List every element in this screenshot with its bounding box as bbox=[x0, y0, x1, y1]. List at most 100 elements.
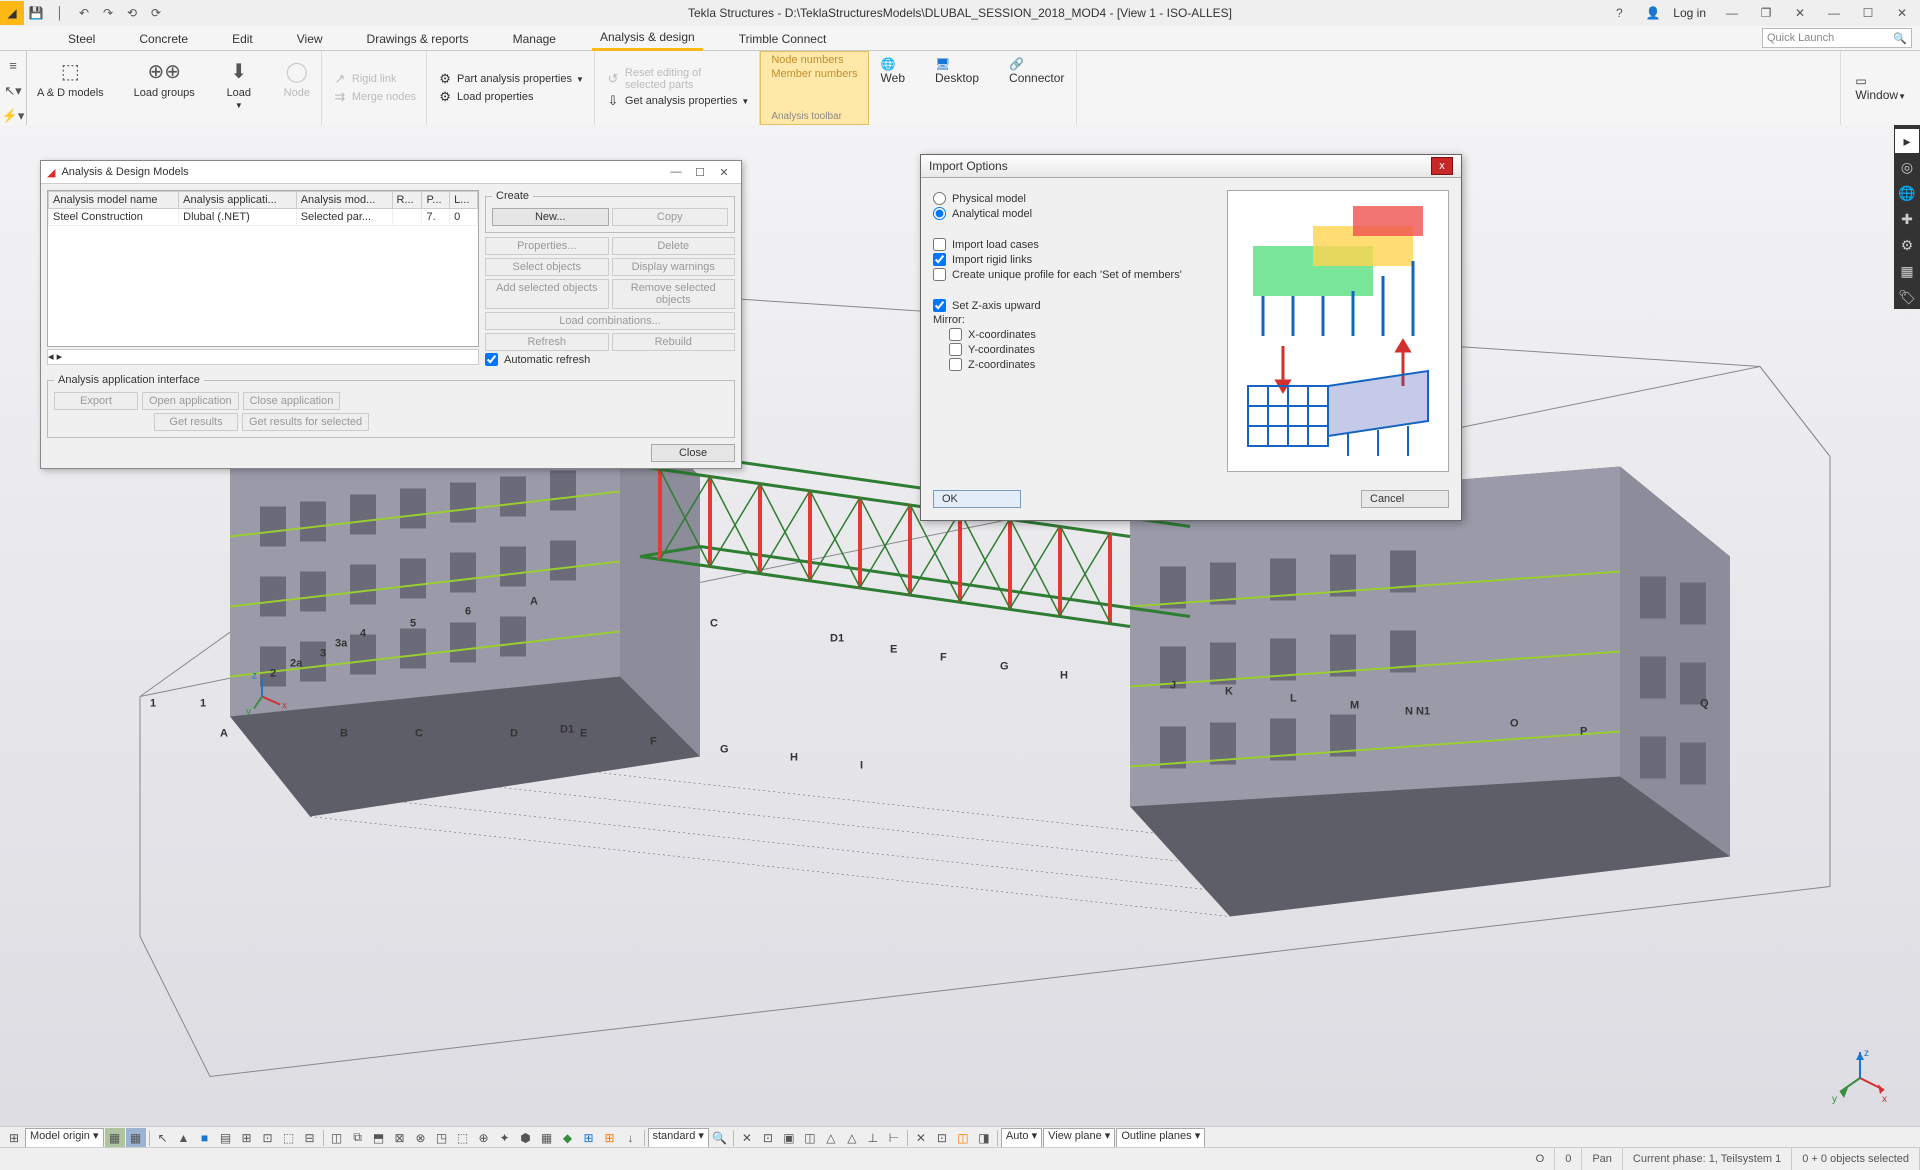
part-analysis-button[interactable]: ⚙Part analysis properties▼ bbox=[437, 71, 584, 87]
tb-icon[interactable]: ✕ bbox=[911, 1128, 931, 1148]
tb-icon[interactable]: ▣ bbox=[779, 1128, 799, 1148]
tb-icon[interactable]: ⊡ bbox=[932, 1128, 952, 1148]
menu-view[interactable]: View bbox=[289, 28, 331, 50]
tb-icon[interactable]: ◫ bbox=[800, 1128, 820, 1148]
col-p[interactable]: P... bbox=[422, 192, 450, 209]
tb-icon[interactable]: ◫ bbox=[327, 1128, 347, 1148]
hamburger-icon[interactable]: ≡ bbox=[3, 57, 23, 74]
tb-icon[interactable]: ⊞ bbox=[237, 1128, 257, 1148]
user-icon[interactable]: 👤 bbox=[1639, 1, 1667, 25]
grid-icon[interactable]: ▦ bbox=[1895, 259, 1919, 283]
tb-icon[interactable]: ↓ bbox=[621, 1128, 641, 1148]
mirror-x-checkbox[interactable]: X-coordinates bbox=[949, 328, 1217, 341]
gear-icon[interactable]: ⚙ bbox=[1895, 233, 1919, 257]
dialog-titlebar[interactable]: ◢ Analysis & Design Models — ☐ ✕ bbox=[41, 161, 741, 184]
cursor-icon[interactable]: ↖ bbox=[153, 1128, 173, 1148]
tb-icon[interactable]: ⊞ bbox=[579, 1128, 599, 1148]
menu-steel[interactable]: Steel bbox=[60, 28, 103, 50]
analytical-model-radio[interactable]: Analytical model bbox=[933, 207, 1217, 220]
maximize-icon[interactable]: ☐ bbox=[1854, 1, 1882, 25]
col-l[interactable]: L... bbox=[450, 192, 478, 209]
load-button[interactable]: ⬇Load▼ bbox=[225, 57, 253, 110]
tb-icon[interactable]: ⬢ bbox=[516, 1128, 536, 1148]
col-mod[interactable]: Analysis mod... bbox=[296, 192, 392, 209]
close-icon[interactable]: ✕ bbox=[1888, 1, 1916, 25]
hscroll[interactable]: ◂ ▸ bbox=[47, 349, 479, 365]
undo-icon[interactable]: ↶ bbox=[72, 1, 96, 25]
tb-icon[interactable]: ⬚ bbox=[453, 1128, 473, 1148]
close-button[interactable]: Close bbox=[651, 444, 735, 462]
tb-icon[interactable]: ■ bbox=[195, 1128, 215, 1148]
menu-concrete[interactable]: Concrete bbox=[131, 28, 196, 50]
tb-icon[interactable]: ⊢ bbox=[884, 1128, 904, 1148]
load-groups-button[interactable]: ⊕⊕Load groups bbox=[134, 57, 195, 110]
interrupt-icon[interactable]: ⚡▾ bbox=[3, 108, 23, 125]
axis-gizmo[interactable]: x y z bbox=[1830, 1048, 1890, 1108]
menu-analysis[interactable]: Analysis & design bbox=[592, 26, 703, 51]
auto-combo[interactable]: Auto ▾ bbox=[1001, 1128, 1042, 1148]
mirror-z-checkbox[interactable]: Z-coordinates bbox=[949, 358, 1217, 371]
close-icon[interactable]: x bbox=[1431, 157, 1453, 175]
tb-icon[interactable]: ⊕ bbox=[474, 1128, 494, 1148]
cancel-button[interactable]: Cancel bbox=[1361, 490, 1449, 508]
node-numbers-toggle[interactable]: Node numbers bbox=[771, 54, 857, 66]
tb-icon[interactable]: ⊟ bbox=[300, 1128, 320, 1148]
dialog-titlebar[interactable]: Import Options x bbox=[921, 155, 1461, 178]
tb-icon[interactable]: ⊥ bbox=[863, 1128, 883, 1148]
col-app[interactable]: Analysis applicati... bbox=[179, 192, 297, 209]
import-load-cases-checkbox[interactable]: Import load cases bbox=[933, 238, 1217, 251]
ok-button[interactable]: OK bbox=[933, 490, 1021, 508]
minimize-icon[interactable]: — bbox=[665, 163, 687, 181]
table-row[interactable]: Steel Construction Dlubal (.NET) Selecte… bbox=[49, 209, 478, 226]
model-origin-combo[interactable]: Model origin ▾ bbox=[25, 1128, 104, 1148]
tb-icon[interactable]: ◳ bbox=[432, 1128, 452, 1148]
tb-icon[interactable]: ⊠ bbox=[390, 1128, 410, 1148]
minimize-icon[interactable]: — bbox=[1820, 1, 1848, 25]
physical-model-radio[interactable]: Physical model bbox=[933, 192, 1217, 205]
close-icon[interactable]: ✕ bbox=[713, 163, 735, 181]
save-icon[interactable]: 💾 bbox=[24, 1, 48, 25]
tb-icon[interactable]: ⊡ bbox=[258, 1128, 278, 1148]
tb-icon[interactable]: ▤ bbox=[216, 1128, 236, 1148]
tb-icon[interactable]: ⊗ bbox=[411, 1128, 431, 1148]
redo-history-icon[interactable]: ⟳ bbox=[144, 1, 168, 25]
tb-icon[interactable]: ⊡ bbox=[758, 1128, 778, 1148]
tb-icon[interactable]: ⬒ bbox=[369, 1128, 389, 1148]
mdi-restore-icon[interactable]: ❐ bbox=[1752, 1, 1780, 25]
tb-icon[interactable]: 🔍 bbox=[710, 1128, 730, 1148]
window-button[interactable]: ▭Window▼ bbox=[1855, 74, 1906, 102]
target-icon[interactable]: ◎ bbox=[1895, 155, 1919, 179]
redo-icon[interactable]: ↷ bbox=[96, 1, 120, 25]
load-properties-button[interactable]: ⚙Load properties bbox=[437, 89, 584, 105]
models-table[interactable]: Analysis model name Analysis applicati..… bbox=[47, 190, 479, 347]
tb-icon[interactable]: ✦ bbox=[495, 1128, 515, 1148]
tb-icon[interactable]: ✕ bbox=[737, 1128, 757, 1148]
tb-icon[interactable]: ◆ bbox=[558, 1128, 578, 1148]
chevron-right-icon[interactable]: ▸ bbox=[1895, 129, 1919, 153]
menu-trimble[interactable]: Trimble Connect bbox=[731, 28, 835, 50]
tb-icon[interactable]: ▦ bbox=[105, 1128, 125, 1148]
ad-models-button[interactable]: ⬚A & D models bbox=[37, 57, 104, 110]
tb-icon[interactable]: ⊞ bbox=[600, 1128, 620, 1148]
cursor-icon[interactable]: ↖▾ bbox=[3, 82, 23, 99]
plus-icon[interactable]: ✚ bbox=[1895, 207, 1919, 231]
tb-icon[interactable]: △ bbox=[821, 1128, 841, 1148]
tb-icon[interactable]: ⧉ bbox=[348, 1128, 368, 1148]
col-name[interactable]: Analysis model name bbox=[49, 192, 179, 209]
tb-icon[interactable]: ▦ bbox=[126, 1128, 146, 1148]
undo-history-icon[interactable]: ⟲ bbox=[120, 1, 144, 25]
mdi-close-icon[interactable]: ✕ bbox=[1786, 1, 1814, 25]
create-unique-checkbox[interactable]: Create unique profile for each 'Set of m… bbox=[933, 268, 1217, 281]
tag-icon[interactable]: 🏷 bbox=[1895, 285, 1919, 309]
tb-icon[interactable]: ◨ bbox=[974, 1128, 994, 1148]
get-analysis-button[interactable]: ⇩Get analysis properties▼ bbox=[605, 93, 749, 109]
tb-icon[interactable]: ▲ bbox=[174, 1128, 194, 1148]
tb-icon[interactable]: ▦ bbox=[537, 1128, 557, 1148]
tb-icon[interactable]: ⬚ bbox=[279, 1128, 299, 1148]
app-icon[interactable]: ◢ bbox=[0, 1, 24, 25]
tc-desktop-button[interactable]: 🖥Desktop bbox=[935, 57, 979, 85]
standard-combo[interactable]: standard ▾ bbox=[648, 1128, 709, 1148]
quick-launch-input[interactable]: Quick Launch🔍 bbox=[1762, 28, 1912, 48]
outline-planes-combo[interactable]: Outline planes ▾ bbox=[1116, 1128, 1205, 1148]
import-rigid-links-checkbox[interactable]: Import rigid links bbox=[933, 253, 1217, 266]
